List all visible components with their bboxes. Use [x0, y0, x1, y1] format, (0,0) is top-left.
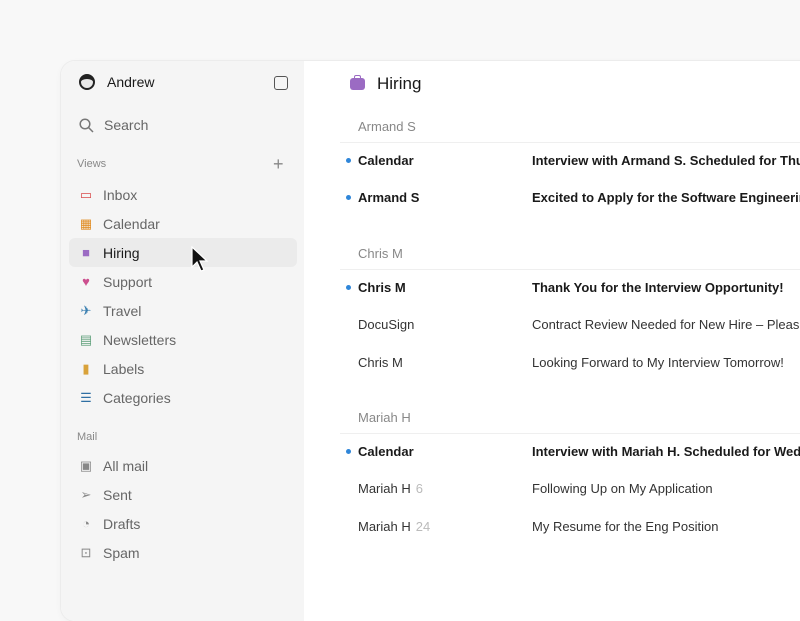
sidebar-item-travel[interactable]: ✈ Travel: [69, 296, 297, 325]
sidebar-item-label: Categories: [103, 390, 171, 406]
archive-icon: ▣: [79, 459, 93, 473]
sender: Armand S: [358, 190, 532, 205]
divider: [340, 269, 800, 270]
thread-count: 6: [416, 481, 423, 496]
divider: [340, 433, 800, 434]
search-button[interactable]: Search: [79, 117, 148, 133]
sidebar-item-label: Travel: [103, 303, 141, 319]
search-icon: [79, 118, 94, 133]
table-row[interactable]: Calendar Interview with Mariah H. Schedu…: [340, 436, 800, 466]
sender-name: Mariah H: [358, 481, 411, 496]
sender: Mariah H 24: [358, 519, 532, 534]
group-header: Armand S: [358, 119, 416, 134]
group-header: Mariah H: [358, 410, 411, 425]
sidebar-item-label: Spam: [103, 545, 140, 561]
views-heading: Views: [77, 158, 106, 170]
table-row[interactable]: Mariah H 6 Following Up on My Application: [340, 474, 800, 504]
compose-icon[interactable]: [274, 76, 288, 90]
sidebar-item-sent[interactable]: ➢ Sent: [69, 480, 297, 509]
unread-dot-icon: [346, 285, 351, 290]
table-row[interactable]: Mariah H 24 My Resume for the Eng Positio…: [340, 512, 800, 542]
sidebar-item-all-mail[interactable]: ▣ All mail: [69, 451, 297, 480]
subject: Interview with Armand S. Scheduled for T…: [532, 153, 800, 168]
list-icon: ☰: [79, 391, 93, 405]
draft-icon: ◔: [79, 517, 93, 531]
sidebar-item-label: Hiring: [103, 245, 140, 261]
airplane-icon: ✈: [79, 304, 93, 318]
sidebar-item-calendar[interactable]: ▦ Calendar: [69, 209, 297, 238]
avatar: [79, 74, 95, 90]
subject: Following Up on My Application: [532, 481, 713, 496]
table-row[interactable]: Chris M Thank You for the Interview Oppo…: [340, 272, 800, 302]
subject: Looking Forward to My Interview Tomorrow…: [532, 355, 784, 370]
sender-name: Mariah H: [358, 519, 411, 534]
subject: Contract Review Needed for New Hire – Pl…: [532, 317, 799, 332]
add-view-icon[interactable]: +: [273, 155, 284, 173]
sender: DocuSign: [358, 317, 532, 332]
newspaper-icon: ▤: [79, 333, 93, 347]
sender: Calendar: [358, 153, 532, 168]
sidebar-item-label: Newsletters: [103, 332, 176, 348]
message-list-pane: Hiring Armand S Calendar Interview with …: [304, 61, 800, 621]
sidebar-item-label: Sent: [103, 487, 132, 503]
inbox-icon: ▭: [79, 188, 93, 202]
sidebar-item-label: Labels: [103, 361, 144, 377]
sender-name: Calendar: [358, 153, 414, 168]
sender-name: Chris M: [358, 280, 406, 295]
mail-heading: Mail: [77, 431, 97, 443]
sidebar-item-labels[interactable]: ▮ Labels: [69, 355, 297, 384]
sidebar-item-label: All mail: [103, 458, 148, 474]
search-label: Search: [104, 117, 148, 133]
briefcase-icon: [350, 78, 365, 90]
sender-name: Armand S: [358, 190, 419, 205]
unread-dot-icon: [346, 158, 351, 163]
sidebar-item-label: Inbox: [103, 187, 137, 203]
sender-name: Chris M: [358, 355, 403, 370]
sender-name: DocuSign: [358, 317, 414, 332]
sidebar-item-drafts[interactable]: ◔ Drafts: [69, 510, 297, 539]
sender-name: Calendar: [358, 444, 414, 459]
calendar-icon: ▦: [79, 217, 93, 231]
heart-icon: ♥: [79, 275, 93, 289]
send-icon: ➢: [79, 488, 93, 502]
sidebar-item-newsletters[interactable]: ▤ Newsletters: [69, 326, 297, 355]
sidebar-item-label: Drafts: [103, 516, 140, 532]
unread-dot-icon: [346, 449, 351, 454]
table-row[interactable]: DocuSign Contract Review Needed for New …: [340, 310, 800, 340]
sidebar: Andrew Search Views + ▭ Inbox ▦ Calendar ■ Hi…: [61, 61, 304, 621]
sender: Calendar: [358, 444, 532, 459]
page-title-text: Hiring: [377, 74, 421, 94]
bookmark-icon: ▮: [79, 362, 93, 376]
subject: My Resume for the Eng Position: [532, 519, 718, 534]
sidebar-item-label: Calendar: [103, 216, 160, 232]
mouse-cursor-icon: [191, 246, 209, 274]
table-row[interactable]: Armand S Excited to Apply for the Softwa…: [340, 183, 800, 213]
sidebar-item-categories[interactable]: ☰ Categories: [69, 384, 297, 413]
sidebar-item-support[interactable]: ♥ Support: [69, 267, 297, 296]
table-row[interactable]: Chris M Looking Forward to My Interview …: [340, 348, 800, 378]
mail-window: Andrew Search Views + ▭ Inbox ▦ Calendar ■ Hi…: [61, 61, 800, 621]
page-title: Hiring: [350, 74, 421, 94]
spam-icon: ⊡: [79, 546, 93, 560]
briefcase-icon: ■: [79, 246, 93, 260]
user-name: Andrew: [107, 74, 154, 90]
sender: Mariah H 6: [358, 481, 532, 496]
sidebar-item-hiring[interactable]: ■ Hiring: [69, 238, 297, 267]
group-header: Chris M: [358, 246, 403, 261]
account-switcher[interactable]: Andrew: [79, 74, 154, 90]
subject: Thank You for the Interview Opportunity!: [532, 280, 784, 295]
sidebar-item-spam[interactable]: ⊡ Spam: [69, 539, 297, 568]
subject: Interview with Mariah H. Scheduled for W…: [532, 444, 800, 459]
sidebar-item-inbox[interactable]: ▭ Inbox: [69, 180, 297, 209]
table-row[interactable]: Calendar Interview with Armand S. Schedu…: [340, 145, 800, 175]
sender: Chris M: [358, 355, 532, 370]
divider: [340, 142, 800, 143]
sidebar-item-label: Support: [103, 274, 152, 290]
unread-dot-icon: [346, 195, 351, 200]
subject: Excited to Apply for the Software Engine…: [532, 190, 800, 205]
thread-count: 24: [416, 519, 430, 534]
sender: Chris M: [358, 280, 532, 295]
